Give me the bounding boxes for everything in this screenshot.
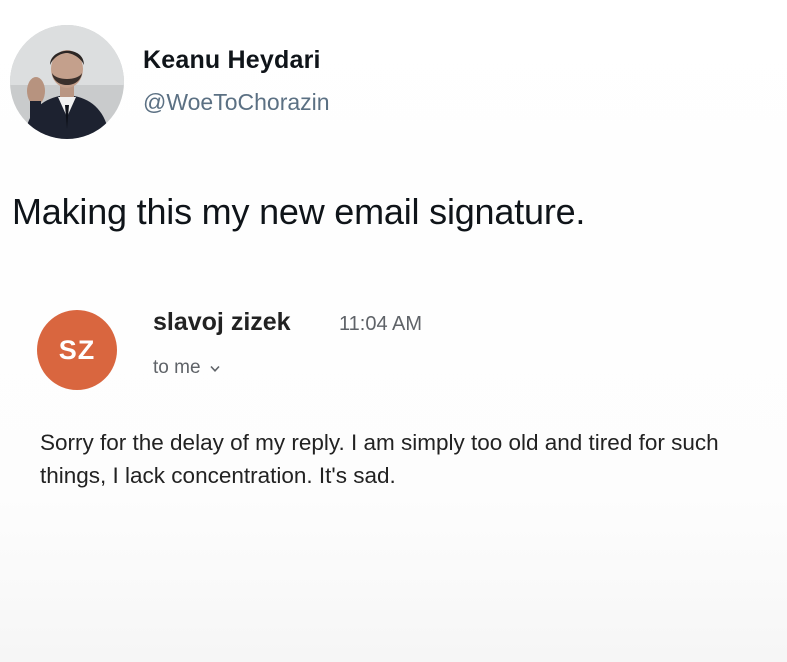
- email-recipient-label: to me: [153, 357, 201, 378]
- email-recipient[interactable]: to me: [153, 357, 220, 379]
- sender-initials: SZ: [58, 334, 96, 365]
- email-timestamp: 11:04 AM: [339, 313, 423, 335]
- tweet-author-handle[interactable]: @WoeToChorazin: [143, 89, 330, 116]
- email-sender-name: slavoj zizek: [153, 308, 291, 336]
- tweet-text: Making this my new email signature.: [12, 191, 586, 232]
- tweet-author-name[interactable]: Keanu Heydari: [143, 46, 321, 75]
- screenshot-canvas: Keanu Heydari @WoeToChorazin Making this…: [0, 0, 787, 662]
- email-body: Sorry for the delay of my reply. I am si…: [40, 430, 719, 488]
- profile-photo-icon: [10, 25, 124, 139]
- chevron-down-icon[interactable]: [209, 365, 220, 373]
- tweet-author-avatar[interactable]: [10, 25, 124, 139]
- email-sender-avatar: SZ: [37, 310, 117, 390]
